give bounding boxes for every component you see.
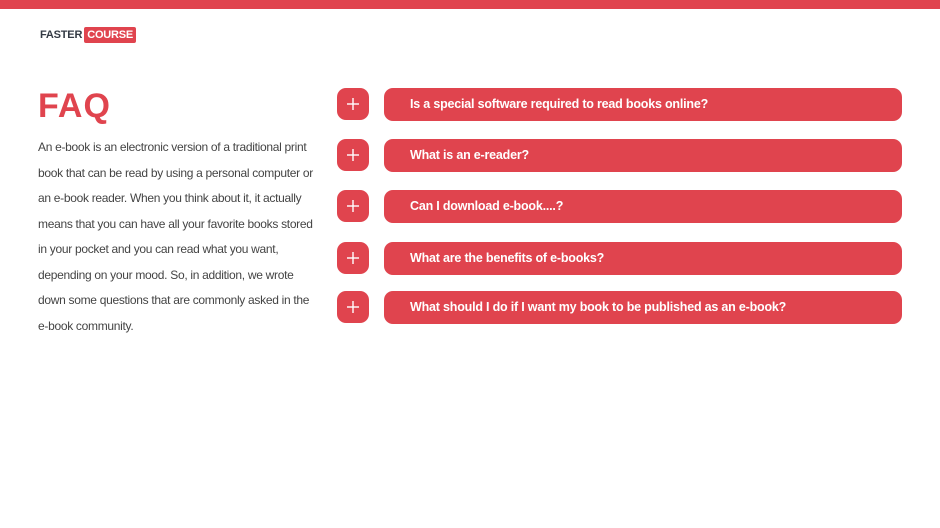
faq-question[interactable]: Can I download e-book....? [384, 190, 902, 223]
intro-paragraph: An e-book is an electronic version of a … [38, 140, 313, 333]
expand-button[interactable] [337, 291, 369, 323]
expand-button[interactable] [337, 242, 369, 274]
plus-icon [347, 149, 359, 161]
logo[interactable]: FASTER COURSE [40, 27, 137, 43]
plus-icon [347, 252, 359, 264]
plus-icon [347, 301, 359, 313]
faq-list: Is a special software required to read b… [337, 0, 903, 528]
faq-question[interactable]: What are the benefits of e-books? [384, 242, 902, 275]
faq-question[interactable]: What should I do if I want my book to be… [384, 291, 902, 324]
logo-text-course: COURSE [84, 27, 137, 43]
faq-question[interactable]: What is an e-reader? [384, 139, 902, 172]
plus-icon [347, 200, 359, 212]
page-title: FAQ [38, 87, 111, 125]
plus-icon [347, 98, 359, 110]
faq-item[interactable]: Is a special software required to read b… [337, 88, 903, 122]
expand-button[interactable] [337, 88, 369, 120]
faq-question[interactable]: Is a special software required to read b… [384, 88, 902, 121]
faq-item[interactable]: What should I do if I want my book to be… [337, 291, 903, 325]
expand-button[interactable] [337, 139, 369, 171]
expand-button[interactable] [337, 190, 369, 222]
faq-item[interactable]: What is an e-reader? [337, 139, 903, 173]
logo-text-faster: FASTER [40, 29, 83, 41]
faq-item[interactable]: Can I download e-book....? [337, 190, 903, 224]
faq-item[interactable]: What are the benefits of e-books? [337, 242, 903, 276]
